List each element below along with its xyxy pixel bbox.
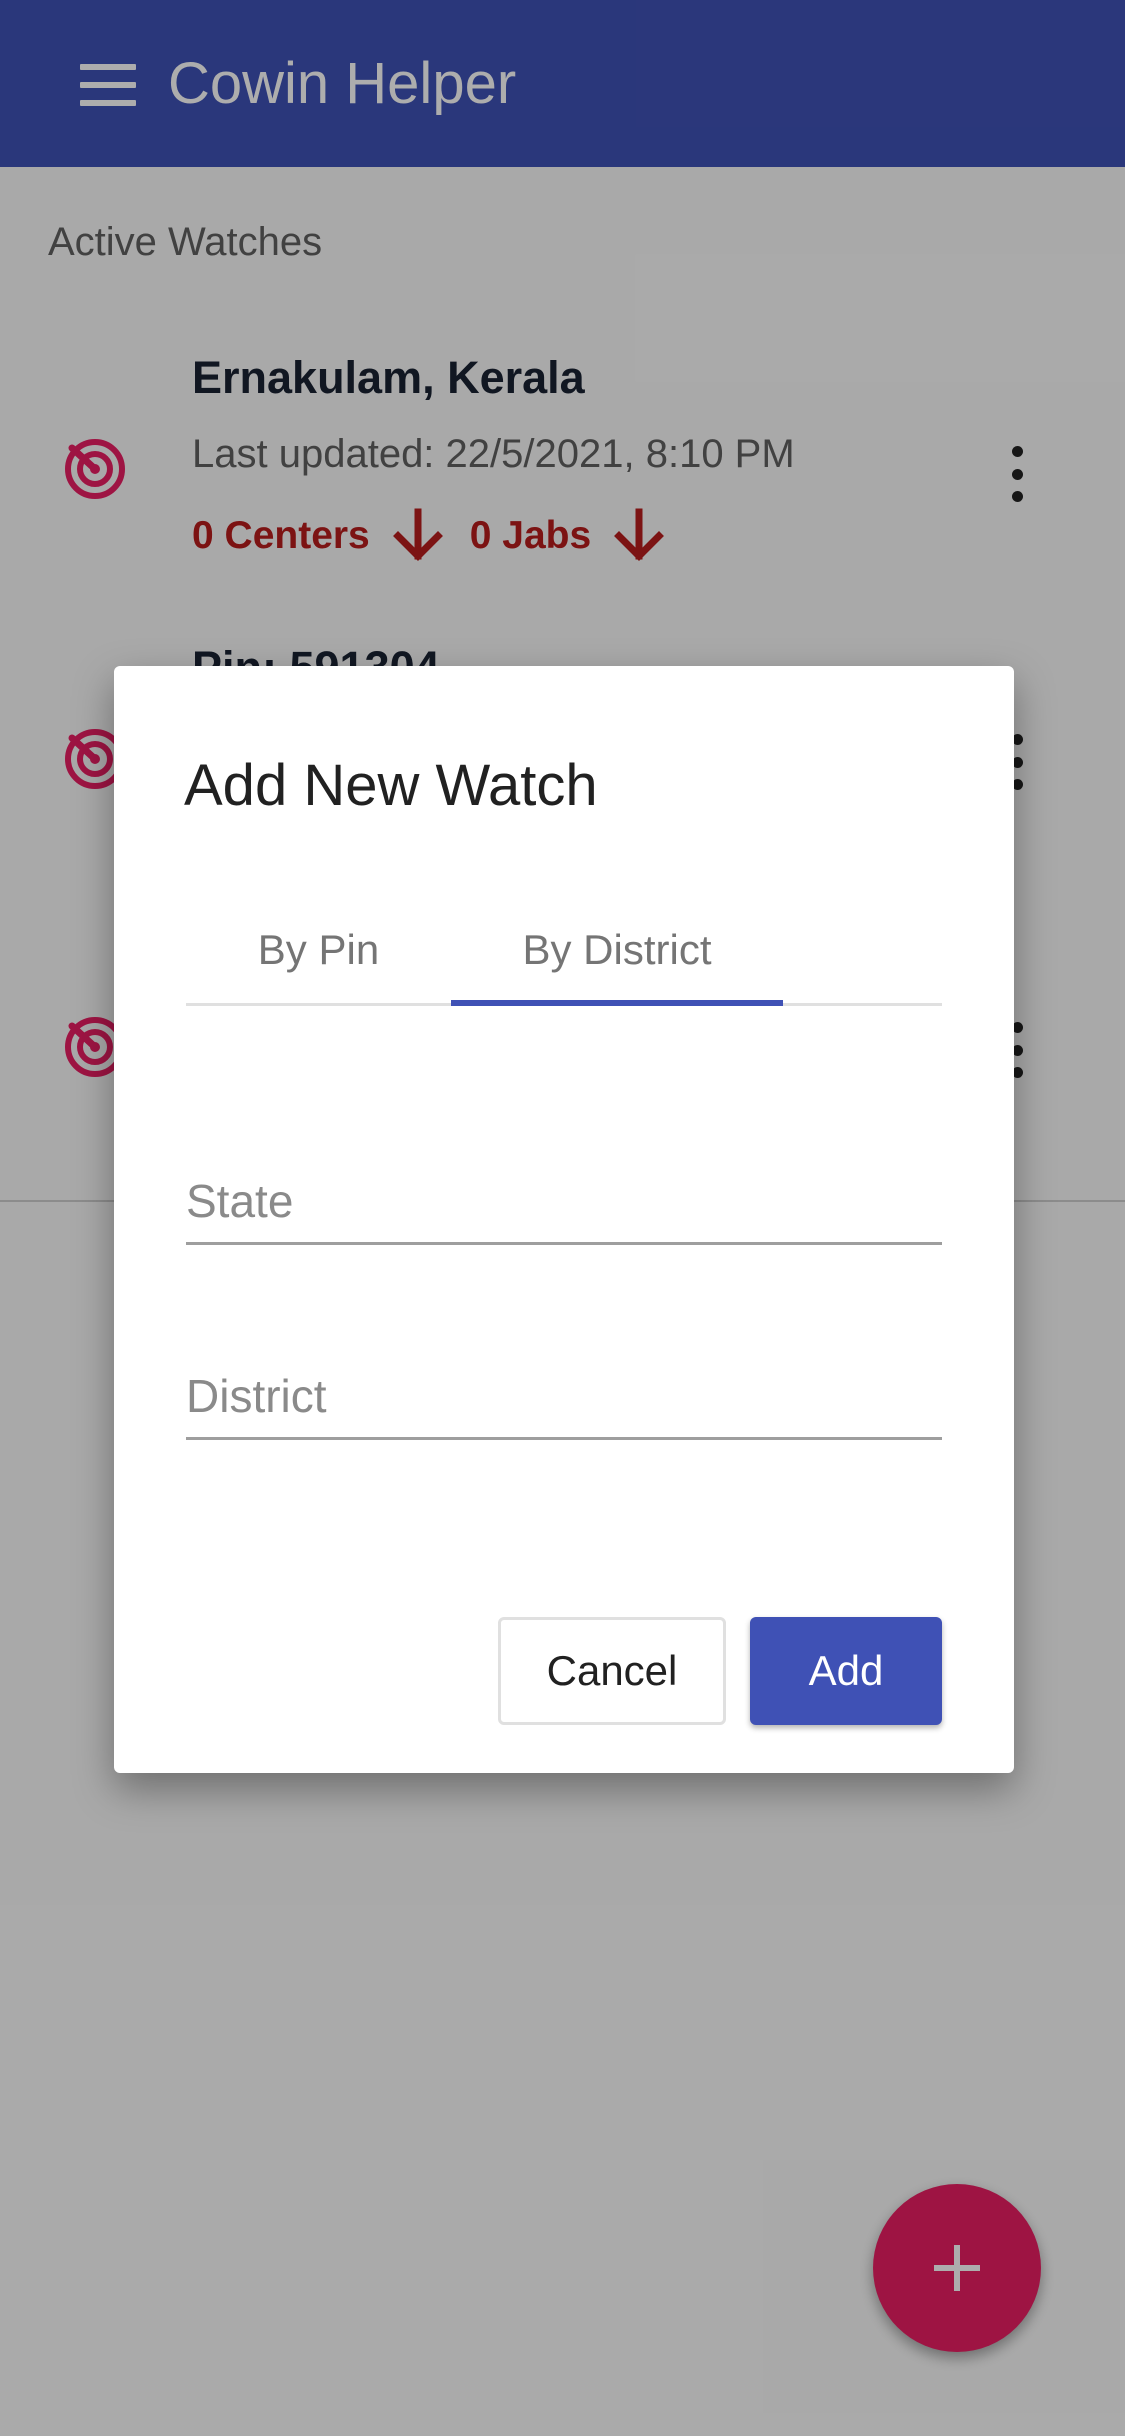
add-button[interactable]: Add (750, 1617, 942, 1725)
district-input[interactable] (186, 1369, 942, 1423)
state-input[interactable] (186, 1174, 942, 1228)
state-field (186, 1145, 942, 1245)
tab-by-district[interactable]: By District (451, 916, 783, 1006)
tab-indicator (451, 1000, 783, 1006)
dialog-title: Add New Watch (184, 753, 598, 818)
tab-label: By District (522, 926, 712, 973)
district-field (186, 1340, 942, 1440)
cancel-button[interactable]: Cancel (498, 1617, 726, 1725)
tab-by-pin[interactable]: By Pin (186, 916, 451, 1006)
dialog-tabs: By Pin By District (186, 916, 942, 1006)
tab-label: By Pin (257, 926, 380, 973)
